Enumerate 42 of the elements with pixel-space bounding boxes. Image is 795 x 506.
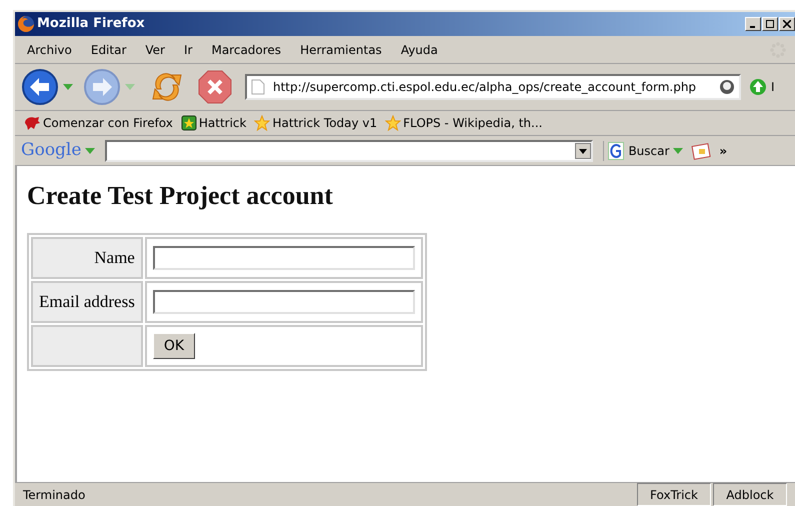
star-icon: [254, 115, 270, 131]
menu-item[interactable]: Archivo: [27, 40, 72, 58]
status-panel[interactable]: FoxTrick: [637, 483, 711, 506]
bookmark-link[interactable]: Hattrick: [198, 114, 246, 132]
menu-item[interactable]: Ver: [145, 40, 165, 58]
menu-item[interactable]: Marcadores: [211, 40, 282, 58]
calendar-icon[interactable]: [691, 142, 712, 160]
menu-item[interactable]: Editar: [90, 40, 126, 58]
bookmark-link[interactable]: Comenzar con Firefox: [43, 114, 173, 132]
firefox-logo-icon: [17, 15, 35, 33]
close-button[interactable]: [779, 17, 795, 31]
go-label[interactable]: I: [771, 78, 775, 96]
address-bar[interactable]: http://supercomp.cti.espol.edu.ec/alpha_ops/create_account_form.php: [245, 74, 741, 100]
dropdown-circle-icon[interactable]: [719, 79, 735, 95]
minimize-button[interactable]: [745, 17, 761, 31]
form-label-cell: Email address: [31, 281, 143, 323]
star-square-icon: [180, 115, 197, 131]
window-title: Mozilla Firefox: [37, 15, 145, 34]
more-chevron[interactable]: »: [719, 142, 728, 160]
google-g-icon[interactable]: [608, 142, 624, 160]
status-text: Terminado: [22, 486, 86, 504]
page-icon: [251, 79, 265, 95]
status-panel[interactable]: Adblock: [713, 483, 787, 506]
dinosaur-icon: [23, 115, 41, 131]
text-input[interactable]: [152, 290, 415, 314]
search-field[interactable]: [105, 140, 594, 162]
stop-icon[interactable]: [197, 69, 233, 105]
bookmark-link[interactable]: Hattrick Today v1: [272, 114, 378, 132]
text-input[interactable]: [152, 246, 415, 270]
menu-item[interactable]: Herramientas: [300, 40, 382, 58]
search-button[interactable]: Buscar: [628, 142, 670, 160]
url-text: http://supercomp.cti.espol.edu.ec/alpha_ops/create_account_form.php: [273, 79, 696, 96]
close-icon: [783, 20, 791, 28]
form-label-cell: Name: [31, 237, 143, 279]
bookmark-link[interactable]: FLOPS - Wikipedia, th...: [403, 114, 542, 132]
maximize-button[interactable]: [762, 17, 778, 31]
page-heading: Create Test Project account: [27, 180, 334, 212]
menu-item[interactable]: Ir: [184, 40, 192, 58]
star-icon: [385, 115, 402, 131]
ok-button[interactable]: OK: [152, 333, 196, 359]
menu-item[interactable]: Ayuda: [400, 40, 438, 58]
maximize-icon: [766, 20, 774, 28]
